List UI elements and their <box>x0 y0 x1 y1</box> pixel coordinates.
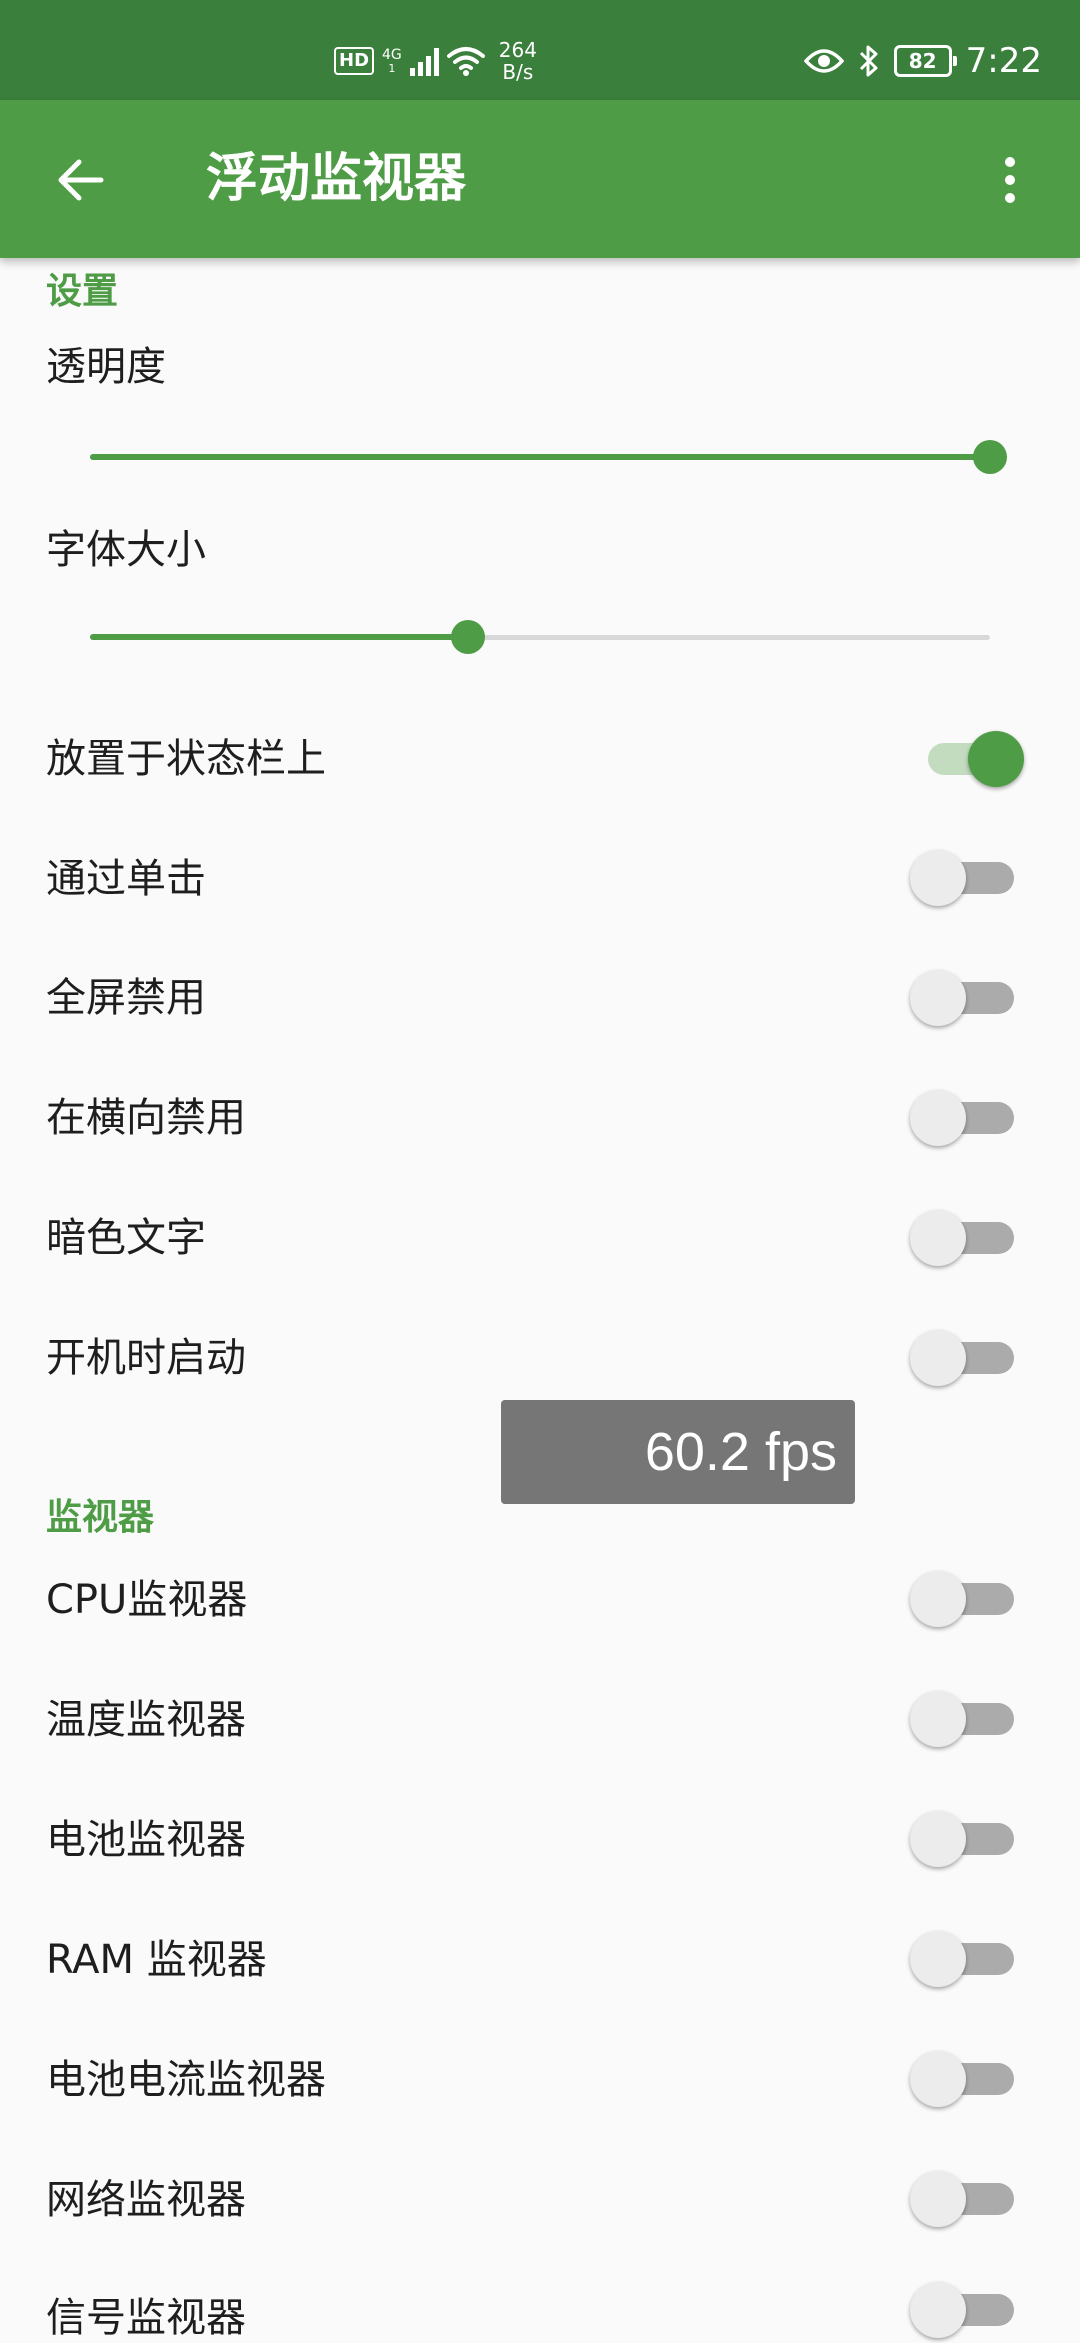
switch-thumb <box>910 2051 966 2107</box>
switch-fullscreen-disable[interactable] <box>910 966 1014 1026</box>
font-size-label: 字体大小 <box>46 527 206 573</box>
switch-dark-text[interactable] <box>910 1206 1014 1266</box>
switch-battery-current-monitor[interactable] <box>910 2047 1014 2107</box>
font-size-slider-thumb[interactable] <box>451 620 485 654</box>
switch-thumb <box>910 1330 966 1386</box>
signal-icon <box>409 46 439 76</box>
font-size-slider[interactable] <box>90 617 990 657</box>
switch-thumb <box>910 1090 966 1146</box>
switch-click-through[interactable] <box>910 846 1014 906</box>
switch-landscape-disable[interactable] <box>910 1086 1014 1146</box>
toggle-label-click-through: 通过单击 <box>46 856 206 902</box>
switch-start-on-boot[interactable] <box>910 1326 1014 1386</box>
battery-icon: 82 <box>893 45 957 77</box>
page-title: 浮动监视器 <box>206 149 467 209</box>
switch-thumb <box>910 2171 966 2227</box>
switch-network-monitor[interactable] <box>910 2167 1014 2227</box>
toggle-label-cpu-monitor: CPU监视器 <box>46 1577 248 1623</box>
network-type-label: 4G <box>382 47 402 63</box>
network-speed: 264 B/s <box>499 39 537 83</box>
switch-cpu-monitor[interactable] <box>910 1567 1014 1627</box>
toggle-label-dark-text: 暗色文字 <box>46 1215 206 1261</box>
switch-thumb <box>910 970 966 1026</box>
switch-thumb <box>910 850 966 906</box>
opacity-slider-thumb[interactable] <box>973 440 1007 474</box>
settings-section-header: 设置 <box>46 271 119 312</box>
app-bar: 浮动监视器 <box>0 100 1080 258</box>
bluetooth-icon <box>859 45 878 77</box>
back-button[interactable] <box>40 140 120 220</box>
toggle-label-temperature-monitor: 温度监视器 <box>46 1697 246 1743</box>
network-speed-unit: B/s <box>502 60 534 84</box>
switch-thumb <box>968 731 1024 787</box>
opacity-label: 透明度 <box>46 344 166 390</box>
arrow-back-icon <box>58 159 104 201</box>
status-bar: HD 4G 1 264 B/s 82 7:22 <box>0 0 1080 100</box>
switch-battery-monitor[interactable] <box>910 1807 1014 1867</box>
network-sub-label: 1 <box>388 62 396 75</box>
monitors-section-header: 监视器 <box>46 1497 155 1538</box>
toggle-label-battery-monitor: 电池监视器 <box>46 1817 246 1863</box>
switch-thumb <box>910 1571 966 1627</box>
toggle-label-signal-monitor: 信号监视器 <box>46 2295 246 2341</box>
hd-badge: HD <box>334 47 375 75</box>
status-bar-right: 82 7:22 <box>803 34 1042 88</box>
switch-thumb <box>910 1210 966 1266</box>
switch-thumb <box>910 1811 966 1867</box>
toggle-label-start-on-boot: 开机时启动 <box>46 1335 246 1381</box>
switch-thumb <box>910 1691 966 1747</box>
toggle-label-battery-current-monitor: 电池电流监视器 <box>46 2057 326 2103</box>
status-bar-network: HD 4G 1 264 B/s <box>334 34 537 88</box>
more-vert-icon <box>1005 157 1015 203</box>
toggle-label-network-monitor: 网络监视器 <box>46 2177 246 2223</box>
switch-ram-monitor[interactable] <box>910 1927 1014 1987</box>
switch-thumb <box>910 1931 966 1987</box>
overflow-menu-button[interactable] <box>980 140 1040 220</box>
switch-signal-monitor[interactable] <box>910 2278 1014 2338</box>
network-speed-value: 264 <box>498 38 537 62</box>
opacity-slider-fill <box>90 454 990 460</box>
font-size-slider-fill <box>90 634 468 640</box>
switch-thumb <box>910 2282 966 2338</box>
switch-temperature-monitor[interactable] <box>910 1687 1014 1747</box>
fps-overlay[interactable]: 60.2 fps <box>501 1400 855 1504</box>
toggle-label-ram-monitor: RAM 监视器 <box>46 1937 267 1983</box>
opacity-slider[interactable] <box>90 437 1007 477</box>
toggle-label-landscape-disable: 在横向禁用 <box>46 1095 246 1141</box>
switch-status-bar[interactable] <box>910 727 1024 787</box>
toggle-label-fullscreen-disable: 全屏禁用 <box>46 975 206 1021</box>
toggle-label-status-bar: 放置于状态栏上 <box>46 736 326 782</box>
network-type: 4G 1 <box>382 47 402 75</box>
status-time: 7:22 <box>965 41 1042 81</box>
wifi-icon <box>446 47 485 76</box>
eye-icon <box>803 49 844 73</box>
